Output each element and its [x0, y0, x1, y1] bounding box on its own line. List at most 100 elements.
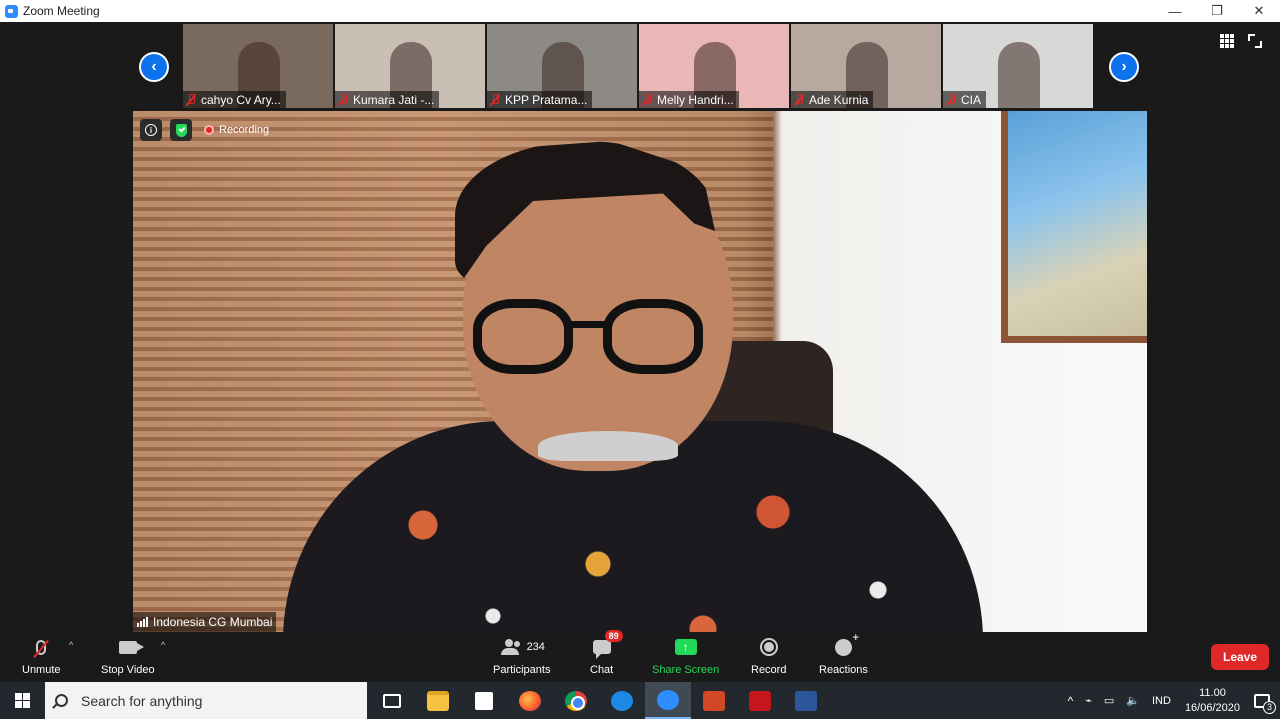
gallery-prev-button[interactable]: ‹ — [139, 52, 169, 82]
taskbar-search-box[interactable]: Search for anything — [45, 682, 367, 719]
word-button[interactable] — [783, 682, 829, 719]
recording-label: Recording — [219, 124, 270, 136]
zoom-taskbar-button[interactable] — [645, 682, 691, 719]
window-titlebar: Zoom Meeting — ❐ ✕ — [0, 0, 1280, 22]
record-label: Record — [751, 664, 787, 676]
search-icon — [55, 694, 68, 707]
participant-name: KPP Pratama... — [505, 92, 588, 107]
acrobat-button[interactable] — [737, 682, 783, 719]
notification-count: 3 — [1263, 700, 1276, 714]
participants-icon — [499, 639, 521, 655]
participant-thumbnail[interactable]: CIA — [943, 24, 1093, 108]
folder-icon — [427, 690, 449, 711]
clock-date: 16/06/2020 — [1184, 701, 1240, 714]
start-button[interactable] — [0, 682, 45, 719]
zoom-app-icon — [5, 4, 18, 18]
chrome-icon — [565, 690, 587, 711]
powerpoint-button[interactable] — [691, 682, 737, 719]
participant-name-tag: Ade Kurnia — [791, 91, 874, 108]
system-tray: ^ ⌁ ▭ 🔈 IND 11.00 16/06/2020 3 — [1062, 682, 1280, 719]
video-options-caret-icon[interactable]: ^ — [161, 640, 165, 650]
participant-name-tag: cahyo Cv Ary... — [183, 91, 286, 108]
taskbar-search-placeholder: Search for anything — [81, 692, 203, 709]
participant-thumbnail[interactable]: KPP Pratama... — [487, 24, 637, 108]
share-screen-button[interactable]: ↑ Share Screen — [652, 636, 719, 676]
view-controls — [1220, 34, 1262, 48]
clock-time: 11.00 — [1199, 686, 1226, 699]
participant-gallery-strip: cahyo Cv Ary... Kumara Jati -... KPP Prata… — [183, 24, 1093, 108]
camera-icon — [118, 640, 144, 654]
participants-label: Participants — [493, 664, 551, 676]
reactions-label: Reactions — [819, 664, 868, 676]
battery-icon[interactable]: ▭ — [1098, 694, 1120, 707]
close-button[interactable]: ✕ — [1238, 0, 1280, 22]
action-center-icon[interactable]: 3 — [1254, 693, 1276, 714]
record-icon — [759, 638, 778, 656]
task-view-button[interactable] — [369, 682, 415, 719]
word-icon — [795, 690, 817, 711]
chat-button[interactable]: 89 Chat — [590, 630, 623, 676]
volume-icon[interactable]: 🔈 — [1120, 694, 1146, 707]
record-button[interactable]: Record — [751, 636, 786, 676]
window-controls: — ❐ ✕ — [1154, 0, 1280, 22]
wall-map-background — [1001, 111, 1147, 343]
participants-button[interactable]: 234 Participants — [493, 636, 550, 676]
gallery-next-button[interactable]: › — [1109, 52, 1139, 82]
participant-name: Kumara Jati -... — [353, 92, 435, 107]
meeting-toolbar: Unmute ^ Stop Video ^ 234 Participants 8… — [0, 630, 1280, 682]
microphone-muted-icon — [338, 93, 348, 106]
powerpoint-icon — [703, 690, 725, 711]
participants-count: 234 — [526, 641, 545, 653]
task-view-icon — [383, 693, 401, 708]
gallery-view-icon[interactable] — [1220, 34, 1234, 48]
fullscreen-icon[interactable] — [1248, 34, 1262, 48]
recording-indicator: Recording — [204, 124, 269, 136]
participant-name-tag: Kumara Jati -... — [335, 91, 440, 108]
signal-strength-icon — [137, 617, 148, 627]
minimize-button[interactable]: — — [1154, 0, 1196, 22]
speaker-name: Indonesia CG Mumbai — [153, 615, 273, 629]
chat-label: Chat — [590, 664, 614, 676]
show-hidden-icons-chevron-icon[interactable]: ^ — [1062, 694, 1080, 708]
participant-name-tag: CIA — [943, 91, 987, 108]
participant-thumbnail[interactable]: Melly Handri... — [639, 24, 789, 108]
edge-button[interactable] — [599, 682, 645, 719]
reactions-button[interactable]: Reactions — [819, 632, 868, 677]
recording-dot-icon — [204, 125, 214, 135]
stop-video-button[interactable]: Stop Video — [101, 636, 155, 676]
audio-options-caret-icon[interactable]: ^ — [69, 640, 73, 650]
participant-thumbnail[interactable]: Kumara Jati -... — [335, 24, 485, 108]
window-title: Zoom Meeting — [23, 4, 100, 18]
microphone-muted-icon — [36, 639, 47, 655]
encryption-button[interactable] — [170, 119, 192, 141]
active-speaker-video[interactable]: i Recording Indonesia CG Mumbai — [133, 111, 1147, 632]
windows-taskbar: Search for anything ^ ⌁ ▭ 🔈 IND 11.00 16… — [0, 682, 1280, 719]
restore-button[interactable]: ❐ — [1196, 0, 1238, 22]
file-explorer-button[interactable] — [415, 682, 461, 719]
microphone-muted-icon — [794, 93, 804, 106]
meeting-info-button[interactable]: i — [140, 119, 162, 141]
taskbar-clock[interactable]: 11.00 16/06/2020 — [1177, 686, 1248, 716]
input-language[interactable]: IND — [1146, 695, 1177, 707]
windows-logo-icon — [15, 693, 30, 708]
unmute-button[interactable]: Unmute — [22, 636, 61, 676]
participant-name: Melly Handri... — [657, 92, 734, 107]
participant-name: Ade Kurnia — [809, 92, 869, 107]
participant-thumbnail[interactable]: cahyo Cv Ary... — [183, 24, 333, 108]
speaker-name-tag: Indonesia CG Mumbai — [133, 612, 277, 632]
participant-name: CIA — [961, 92, 982, 107]
participant-name-tag: Melly Handri... — [639, 91, 739, 108]
microsoft-store-button[interactable] — [461, 682, 507, 719]
firefox-button[interactable] — [507, 682, 553, 719]
zoom-icon — [657, 689, 679, 710]
microphone-muted-icon — [490, 93, 500, 106]
chat-unread-badge: 89 — [604, 630, 623, 642]
leave-meeting-button[interactable]: Leave — [1211, 644, 1269, 670]
network-icon[interactable]: ⌁ — [1079, 694, 1098, 707]
chrome-button[interactable] — [553, 682, 599, 719]
smiley-icon — [834, 632, 859, 656]
taskbar-apps — [369, 682, 829, 719]
participant-thumbnail[interactable]: Ade Kurnia — [791, 24, 941, 108]
shield-icon — [175, 123, 187, 137]
microphone-muted-icon — [642, 93, 652, 106]
